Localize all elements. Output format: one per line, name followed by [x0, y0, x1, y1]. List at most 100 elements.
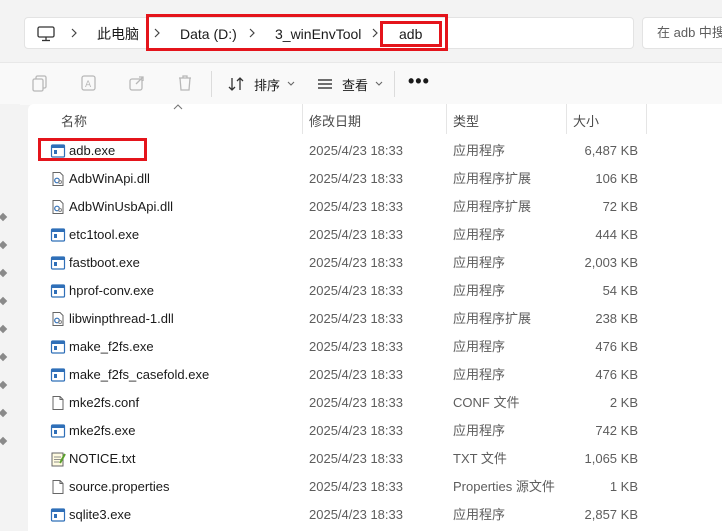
column-divider[interactable]: [446, 104, 447, 134]
command-bar: A 排序 查看 •••: [0, 62, 722, 105]
file-type: 应用程序: [453, 227, 506, 242]
exe-icon: [50, 424, 66, 438]
pin-icon[interactable]: [0, 352, 8, 362]
sort-button[interactable]: 排序: [228, 72, 296, 96]
exe-icon: [50, 284, 66, 298]
file-row[interactable]: make_f2fs.exe 2025/4/23 18:33 应用程序 476 KB: [28, 333, 722, 361]
file-type: 应用程序: [453, 339, 506, 354]
file-name[interactable]: hprof-conv.exe: [69, 282, 154, 300]
file-size: 742 KB: [595, 423, 638, 438]
file-size: 238 KB: [595, 311, 638, 326]
file-type: 应用程序: [453, 367, 506, 382]
file-size: 1,065 KB: [584, 451, 639, 466]
file-row[interactable]: fastboot.exe 2025/4/23 18:33 应用程序 2,003 KB: [28, 249, 722, 277]
file-type: CONF 文件: [453, 395, 520, 410]
column-size[interactable]: 大小: [573, 111, 599, 130]
file-name[interactable]: etc1tool.exe: [69, 226, 139, 244]
pin-icon[interactable]: [0, 380, 8, 390]
file-icon: [52, 396, 64, 410]
dll-icon: [52, 172, 64, 186]
file-row[interactable]: source.properties 2025/4/23 18:33 Properti…: [28, 473, 722, 501]
file-row[interactable]: sqlite3.exe 2025/4/23 18:33 应用程序 2,857 KB: [28, 501, 722, 529]
file-type: 应用程序: [453, 423, 506, 438]
share-icon[interactable]: [127, 73, 147, 93]
file-type: 应用程序: [453, 255, 506, 270]
file-size: 476 KB: [595, 367, 638, 382]
toolbar-divider: [211, 71, 212, 97]
pin-icon[interactable]: [0, 212, 8, 222]
column-divider[interactable]: [566, 104, 567, 134]
file-date: 2025/4/23 18:33: [309, 283, 403, 298]
chevron-right-icon[interactable]: [69, 26, 79, 40]
search-input[interactable]: 在 adb 中搜: [642, 17, 722, 49]
file-name[interactable]: make_f2fs_casefold.exe: [69, 366, 209, 384]
pin-icon[interactable]: [0, 240, 8, 250]
file-size: 106 KB: [595, 171, 638, 186]
file-name[interactable]: make_f2fs.exe: [69, 338, 154, 356]
file-size: 444 KB: [595, 227, 638, 242]
file-date: 2025/4/23 18:33: [309, 143, 403, 158]
exe-icon: [50, 228, 66, 242]
view-button[interactable]: 查看: [316, 72, 384, 96]
file-size: 476 KB: [595, 339, 638, 354]
file-row[interactable]: mke2fs.exe 2025/4/23 18:33 应用程序 742 KB: [28, 417, 722, 445]
exe-icon: [50, 340, 66, 354]
file-name[interactable]: mke2fs.conf: [69, 394, 139, 412]
file-type: 应用程序扩展: [453, 311, 532, 326]
file-name[interactable]: mke2fs.exe: [69, 422, 135, 440]
file-row[interactable]: make_f2fs_casefold.exe 2025/4/23 18:33 应用程…: [28, 361, 722, 389]
file-date: 2025/4/23 18:33: [309, 171, 403, 186]
chevron-down-icon: [287, 81, 295, 86]
dll-icon: [52, 200, 64, 214]
view-icon: [318, 79, 332, 89]
sort-label: 排序: [254, 77, 281, 93]
file-date: 2025/4/23 18:33: [309, 199, 403, 214]
pin-icon[interactable]: [0, 296, 8, 306]
file-date: 2025/4/23 18:33: [309, 255, 403, 270]
file-row[interactable]: libwinpthread-1.dll 2025/4/23 18:33 应用程序扩展…: [28, 305, 722, 333]
view-label: 查看: [342, 77, 369, 93]
file-size: 2,857 KB: [584, 507, 639, 522]
file-row[interactable]: NOTICE.txt 2025/4/23 18:33 TXT 文件 1,065 KB: [28, 445, 722, 473]
highlight-adb-box: [380, 21, 442, 47]
file-date: 2025/4/23 18:33: [309, 395, 403, 410]
file-row[interactable]: hprof-conv.exe 2025/4/23 18:33 应用程序 54 KB: [28, 277, 722, 305]
file-size: 2 KB: [609, 395, 638, 410]
navigation-pane[interactable]: [0, 104, 20, 531]
pin-icon[interactable]: [0, 436, 8, 446]
column-date[interactable]: 修改日期: [309, 111, 361, 130]
computer-icon[interactable]: [37, 26, 55, 42]
file-size: 1 KB: [609, 479, 638, 494]
file-name[interactable]: AdbWinUsbApi.dll: [69, 198, 173, 216]
column-divider[interactable]: [302, 104, 303, 134]
pin-icon[interactable]: [0, 324, 8, 334]
column-type[interactable]: 类型: [453, 111, 479, 130]
file-type: TXT 文件: [453, 451, 507, 466]
more-options-button[interactable]: •••: [408, 71, 430, 92]
file-date: 2025/4/23 18:33: [309, 367, 403, 382]
rename-icon[interactable]: A: [79, 73, 99, 93]
file-row[interactable]: etc1tool.exe 2025/4/23 18:33 应用程序 444 KB: [28, 221, 722, 249]
copy-icon[interactable]: [30, 73, 50, 93]
file-row[interactable]: mke2fs.conf 2025/4/23 18:33 CONF 文件 2 KB: [28, 389, 722, 417]
file-name[interactable]: source.properties: [69, 478, 169, 496]
file-name[interactable]: AdbWinApi.dll: [69, 170, 150, 188]
file-date: 2025/4/23 18:33: [309, 311, 403, 326]
file-row[interactable]: AdbWinApi.dll 2025/4/23 18:33 应用程序扩展 106 KB: [28, 165, 722, 193]
delete-icon[interactable]: [175, 73, 195, 93]
file-name[interactable]: NOTICE.txt: [69, 450, 135, 468]
file-type: 应用程序扩展: [453, 171, 532, 186]
file-icon: [52, 480, 64, 494]
file-name[interactable]: fastboot.exe: [69, 254, 140, 272]
file-name[interactable]: sqlite3.exe: [69, 506, 131, 524]
column-name[interactable]: 名称: [61, 111, 87, 130]
pin-icon[interactable]: [0, 408, 8, 418]
file-type: 应用程序: [453, 143, 506, 158]
breadcrumb-this-pc[interactable]: 此电脑: [97, 25, 139, 43]
file-row[interactable]: AdbWinUsbApi.dll 2025/4/23 18:33 应用程序扩展 72 …: [28, 193, 722, 221]
column-divider[interactable]: [646, 104, 647, 134]
file-name[interactable]: libwinpthread-1.dll: [69, 310, 174, 328]
exe-icon: [50, 508, 66, 522]
toolbar-divider: [394, 71, 395, 97]
pin-icon[interactable]: [0, 268, 8, 278]
